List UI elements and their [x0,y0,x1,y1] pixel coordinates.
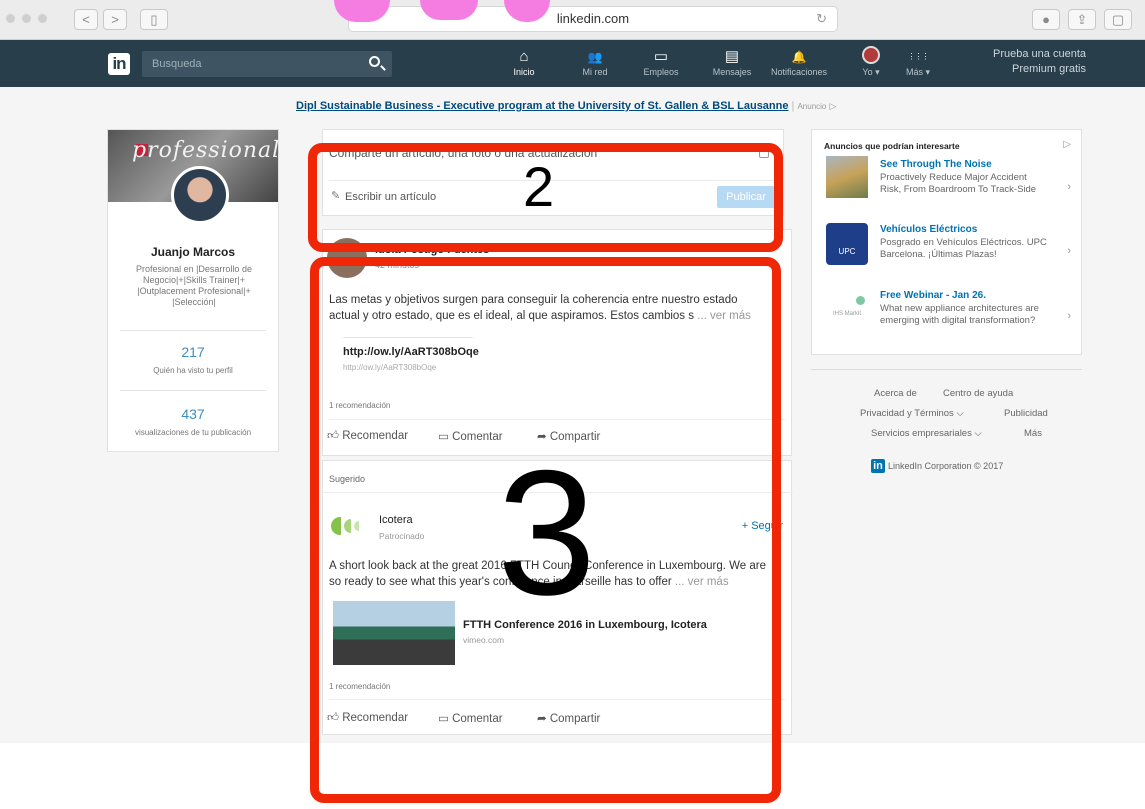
address-bar[interactable]: linkedin.com ↻ [348,6,838,32]
annotation-label-3: 3 [497,433,596,632]
profile-views-count[interactable]: 217 [108,344,278,360]
ad-image[interactable]: IHS Markit [826,288,868,330]
footer-link-advertising[interactable]: Publicidad [1004,408,1048,419]
nav-label: Más ▾ [905,67,931,77]
search-icon[interactable] [369,56,380,67]
briefcase-icon: ▭ [653,48,669,65]
ad-body: Proactively Reduce Major Accident Risk, … [880,172,1037,195]
premium-line-1: Prueba una cuenta [993,48,1086,60]
profile-views-label: Quién ha visto tu perfil [153,366,233,375]
ads-panel: Anuncios que podrían interesarte ▷ See T… [811,129,1082,355]
annotation-label-2: 2 [523,155,555,218]
profile-card: professional Juanjo Marcos Profesional e… [107,129,279,452]
linkedin-footer-logo: in [871,459,885,473]
avatar-icon[interactable] [862,46,880,64]
profile-photo[interactable] [171,166,229,224]
bell-icon: 🔔 [791,50,807,64]
linkedin-logo[interactable]: in [108,53,130,75]
nav-label: Inicio [513,67,535,77]
nav-item-me[interactable]: Yo ▾ [836,66,906,78]
window-close-button[interactable] [6,14,15,23]
ad-image[interactable]: UPC [826,223,868,265]
screenshot-root: < > ▯ linkedin.com ↻ ● ⇪ ▢ in Busqueda ⌂… [0,0,1145,809]
divider [811,369,1082,370]
nav-label: Notificaciones [770,67,828,77]
tabs-button[interactable]: ▢ [1104,9,1132,30]
premium-line-2: Premium gratis [1012,63,1086,75]
ad-title[interactable]: See Through The Noise [880,159,1050,170]
search-placeholder: Busqueda [152,58,202,70]
post-views-count[interactable]: 437 [108,406,278,422]
ads-panel-title: Anuncios que podrían interesarte [824,141,960,151]
copyright: LinkedIn Corporation © 2017 [888,461,1004,471]
reload-icon[interactable]: ↻ [816,7,827,31]
nav-label: Empleos [643,67,679,77]
ad-badge: UPC [838,247,856,256]
banner-text: professional [132,138,278,163]
messages-icon: ▤ [724,48,740,65]
chevron-right-icon[interactable]: › [1067,245,1071,257]
footer-link-privacy[interactable]: Privacidad y Términos ⌵ [860,408,964,419]
grid-icon: ⋮⋮⋮ [907,52,930,61]
chevron-right-icon[interactable]: › [1067,310,1071,322]
nav-item-network[interactable]: 👥 Mi red [560,48,630,78]
nav-item-home[interactable]: ⌂ Inicio [489,48,559,78]
network-icon: 👥 [587,50,603,64]
ad-tag: Anuncio [797,102,827,111]
ad-flag-icon[interactable]: ▷ [829,101,836,111]
forward-button[interactable]: > [103,9,127,30]
window-zoom-button[interactable] [38,14,47,23]
nav-item-notifications[interactable]: 🔔 Notificaciones [764,48,834,78]
footer-link-help[interactable]: Centro de ayuda [943,388,1013,399]
top-ad-link[interactable]: Dipl Sustainable Business - Executive pr… [296,100,788,112]
search-input[interactable]: Busqueda [142,51,392,77]
nav-item-more[interactable]: ⋮⋮⋮ Más ▾ [897,48,939,78]
home-icon: ⌂ [519,48,529,65]
ad-title[interactable]: Vehículos Eléctricos [880,224,1050,235]
back-button[interactable]: < [74,9,98,30]
divider [120,390,266,391]
share-page-button[interactable]: ⇪ [1068,9,1096,30]
ad-logo-dot [856,296,865,305]
nav-item-messages[interactable]: ▤ Mensajes [697,48,767,78]
post-views-label: visualizaciones de tu publicación [134,428,252,437]
premium-trial-link[interactable]: Prueba una cuenta Premium gratis [956,47,1086,77]
browser-toolbar: < > ▯ linkedin.com ↻ ● ⇪ ▢ [0,0,1145,40]
chevron-right-icon[interactable]: › [1067,181,1071,193]
linkedin-navbar: in Busqueda ⌂ Inicio 👥 Mi red ▭ Empleos … [0,40,1145,87]
sidebar-toggle-button[interactable]: ▯ [140,9,168,30]
ad-title[interactable]: Free Webinar - Jan 26. [880,290,1050,301]
footer-link-more[interactable]: Más [1024,428,1042,439]
ad-badge: IHS Markit [832,311,861,317]
profile-name[interactable]: Juanjo Marcos [108,245,278,259]
divider [120,330,266,331]
nav-label: Mensajes [712,67,752,77]
ad-body: Posgrado en Vehículos Eléctricos. UPC Ba… [880,237,1047,260]
ad-body: What new appliance architectures are eme… [880,303,1039,326]
downloads-button[interactable]: ● [1032,9,1060,30]
footer-link-business[interactable]: Servicios empresariales ⌵ [871,428,982,439]
ad-image[interactable] [826,156,868,198]
ad-flag-icon[interactable]: ▷ [1063,139,1071,150]
nav-label: Mi red [582,67,608,77]
profile-headline: Profesional en |Desarrollo de Negocio|+|… [136,264,252,307]
window-minimize-button[interactable] [22,14,31,23]
nav-label: Yo ▾ [862,67,880,77]
nav-item-jobs[interactable]: ▭ Empleos [626,48,696,78]
footer-link-about[interactable]: Acerca de [874,388,917,399]
top-banner-ad: Dipl Sustainable Business - Executive pr… [296,100,837,112]
